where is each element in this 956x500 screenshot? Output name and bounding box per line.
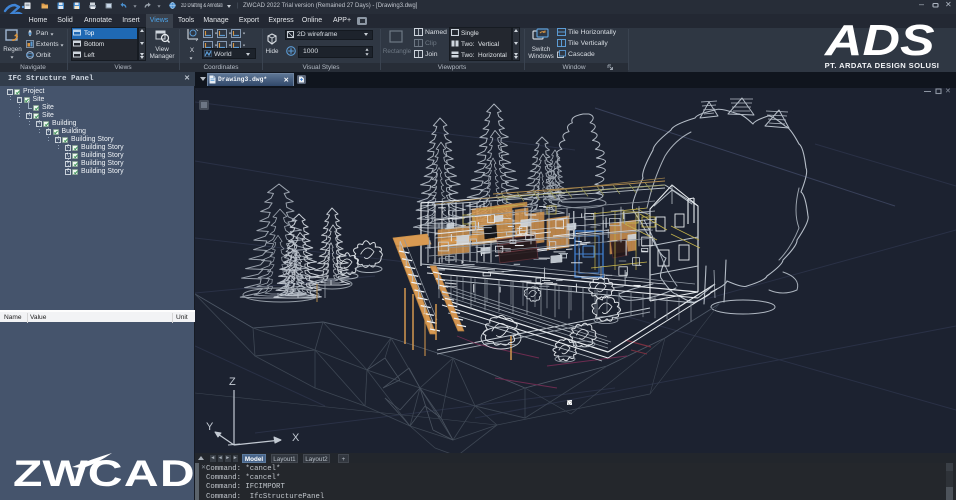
svg-text:Z: Z (229, 376, 236, 388)
svg-text:X: X (292, 432, 300, 444)
svg-text:Y: Y (206, 421, 214, 433)
